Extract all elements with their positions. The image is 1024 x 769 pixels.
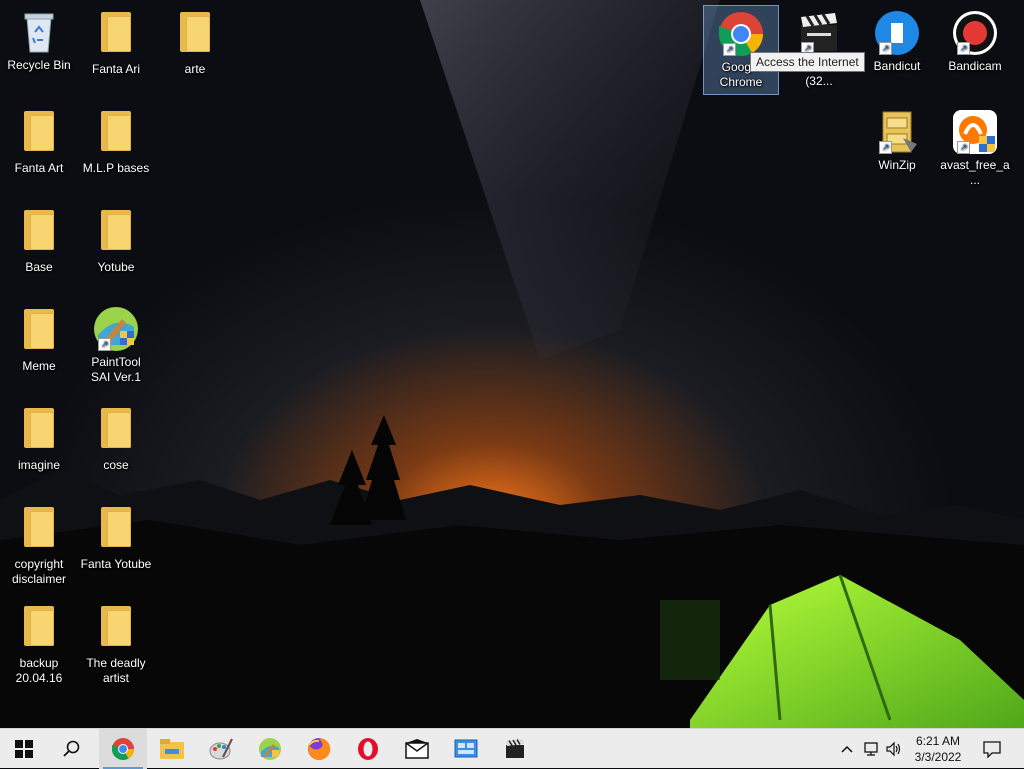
desktop-icon-winzip[interactable]: ↗ WinZip bbox=[859, 104, 935, 177]
desktop-icon-mlp-bases[interactable]: M.L.P bases bbox=[78, 103, 154, 180]
search-button[interactable] bbox=[48, 729, 96, 769]
taskbar-video-editor[interactable] bbox=[491, 729, 539, 769]
icon-label: imagine bbox=[17, 458, 61, 472]
shortcut-arrow-icon: ↗ bbox=[98, 338, 111, 351]
desktop-icon-fanta-ari[interactable]: Fanta Ari bbox=[78, 4, 154, 81]
desktop-icon-fanta-yotube[interactable]: Fanta Yotube bbox=[78, 499, 154, 576]
desktop-icon-the-deadly-artist[interactable]: The deadly artist bbox=[78, 598, 154, 690]
volume-icon[interactable] bbox=[884, 739, 904, 759]
folder-icon bbox=[92, 606, 140, 654]
desktop-icon-cose[interactable]: cose bbox=[78, 400, 154, 477]
clock-date: 3/3/2022 bbox=[914, 750, 962, 764]
system-clock[interactable]: 6:21 AM 3/3/2022 bbox=[908, 733, 968, 765]
icon-label: Fanta Ari bbox=[91, 62, 141, 76]
start-button[interactable] bbox=[0, 729, 48, 769]
icon-label: Yotube bbox=[97, 260, 135, 274]
taskbar-opera[interactable] bbox=[344, 729, 392, 769]
desktop-icon-painttool-sai[interactable]: ↗ PaintTool SAI Ver.1 bbox=[78, 301, 154, 389]
folder-icon bbox=[92, 210, 140, 258]
folder-icon bbox=[171, 12, 219, 60]
folder-icon bbox=[15, 210, 63, 258]
taskbar-control-panel[interactable] bbox=[442, 729, 490, 769]
taskbar-chrome[interactable] bbox=[99, 729, 147, 769]
winzip-icon: ↗ bbox=[873, 108, 921, 156]
shortcut-arrow-icon: ↗ bbox=[723, 43, 736, 56]
folder-icon bbox=[92, 507, 140, 555]
icon-label: Bandicut bbox=[873, 59, 921, 73]
clapperboard-icon bbox=[506, 739, 524, 758]
desktop-icon-arte[interactable]: arte bbox=[157, 4, 233, 81]
desktop-icon-backup[interactable]: backup 20.04.16 bbox=[1, 598, 77, 690]
desktop-icon-avast[interactable]: ↗ avast_free_a... bbox=[937, 104, 1013, 192]
shortcut-arrow-icon: ↗ bbox=[879, 141, 892, 154]
paint-icon bbox=[209, 738, 233, 760]
taskbar-mail[interactable] bbox=[393, 729, 441, 769]
icon-label: Fanta Yotube bbox=[80, 557, 152, 571]
taskbar-paint[interactable] bbox=[197, 729, 245, 769]
clock-time: 6:21 AM bbox=[915, 734, 961, 748]
painttool-sai-icon: ↗ bbox=[92, 305, 140, 353]
icon-label: backup 20.04.16 bbox=[15, 656, 63, 685]
icon-label: arte bbox=[184, 62, 206, 76]
windows-logo-icon bbox=[15, 740, 33, 758]
folder-icon bbox=[15, 111, 63, 159]
file-explorer-icon bbox=[160, 739, 184, 759]
desktop-icon-imagine[interactable]: imagine bbox=[1, 400, 77, 477]
taskbar: 6:21 AM 3/3/2022 bbox=[0, 728, 1024, 769]
desktop-icon-google-chrome[interactable]: ↗ Google Chrome bbox=[703, 5, 779, 95]
clapperboard-icon: ↗ bbox=[795, 9, 843, 57]
avast-icon: ↗ bbox=[951, 108, 999, 156]
icon-label: Bandicam bbox=[948, 59, 1002, 73]
taskbar-firefox[interactable] bbox=[295, 729, 343, 769]
tooltip: Access the Internet bbox=[750, 52, 865, 72]
icon-label: WinZip bbox=[878, 158, 916, 172]
icon-label: copyright disclaimer bbox=[11, 557, 66, 586]
recycle-bin-icon bbox=[15, 8, 63, 56]
desktop[interactable]: Recycle Bin Fanta Art Base Meme imagine … bbox=[0, 0, 1024, 728]
folder-icon bbox=[15, 309, 63, 357]
icon-label: Base bbox=[25, 260, 53, 274]
shortcut-arrow-icon: ↗ bbox=[879, 42, 892, 55]
folder-icon bbox=[92, 408, 140, 456]
icon-label: cose bbox=[103, 458, 129, 472]
icon-label: PaintTool SAI Ver.1 bbox=[90, 355, 142, 384]
folder-icon bbox=[15, 606, 63, 654]
desktop-icon-32-bits-app[interactable]: ↗ - 32 bits (32... bbox=[781, 5, 857, 93]
desktop-icon-yotube[interactable]: Yotube bbox=[78, 202, 154, 279]
notifications-icon[interactable] bbox=[980, 739, 1004, 759]
chrome-icon bbox=[112, 738, 134, 760]
icon-label: Meme bbox=[22, 359, 56, 373]
icon-label: Recycle Bin bbox=[7, 58, 71, 72]
taskbar-painttool-sai[interactable] bbox=[246, 729, 294, 769]
folder-icon bbox=[15, 408, 63, 456]
desktop-icon-fanta-art[interactable]: Fanta Art bbox=[1, 103, 77, 180]
control-panel-icon bbox=[454, 739, 478, 758]
desktop-icon-copyright-disclaimer[interactable]: copyright disclaimer bbox=[1, 499, 77, 591]
chrome-icon: ↗ bbox=[717, 10, 765, 58]
shortcut-arrow-icon: ↗ bbox=[957, 42, 970, 55]
opera-icon bbox=[358, 738, 378, 760]
network-icon[interactable] bbox=[862, 739, 882, 759]
bandicut-icon: ↗ bbox=[873, 9, 921, 57]
folder-icon bbox=[15, 507, 63, 555]
icon-label: avast_free_a... bbox=[940, 158, 1010, 187]
folder-icon bbox=[92, 12, 140, 60]
icon-label: Fanta Art bbox=[14, 161, 64, 175]
show-hidden-icons-chevron-icon[interactable] bbox=[838, 739, 856, 759]
desktop-icon-bandicam[interactable]: ↗ Bandicam bbox=[937, 5, 1013, 78]
desktop-icon-meme[interactable]: Meme bbox=[1, 301, 77, 378]
desktop-icon-base[interactable]: Base bbox=[1, 202, 77, 279]
desktop-icon-recycle-bin[interactable]: Recycle Bin bbox=[1, 4, 77, 77]
bandicam-icon: ↗ bbox=[951, 9, 999, 57]
folder-icon bbox=[92, 111, 140, 159]
painttool-sai-icon bbox=[259, 738, 281, 760]
taskbar-file-explorer[interactable] bbox=[148, 729, 196, 769]
desktop-icon-bandicut[interactable]: ↗ Bandicut bbox=[859, 5, 935, 78]
search-icon bbox=[63, 740, 80, 757]
mail-icon bbox=[405, 739, 429, 759]
icon-label: M.L.P bases bbox=[82, 161, 150, 175]
shortcut-arrow-icon: ↗ bbox=[957, 141, 970, 154]
firefox-icon bbox=[308, 737, 331, 760]
icon-label: The deadly artist bbox=[86, 656, 146, 685]
